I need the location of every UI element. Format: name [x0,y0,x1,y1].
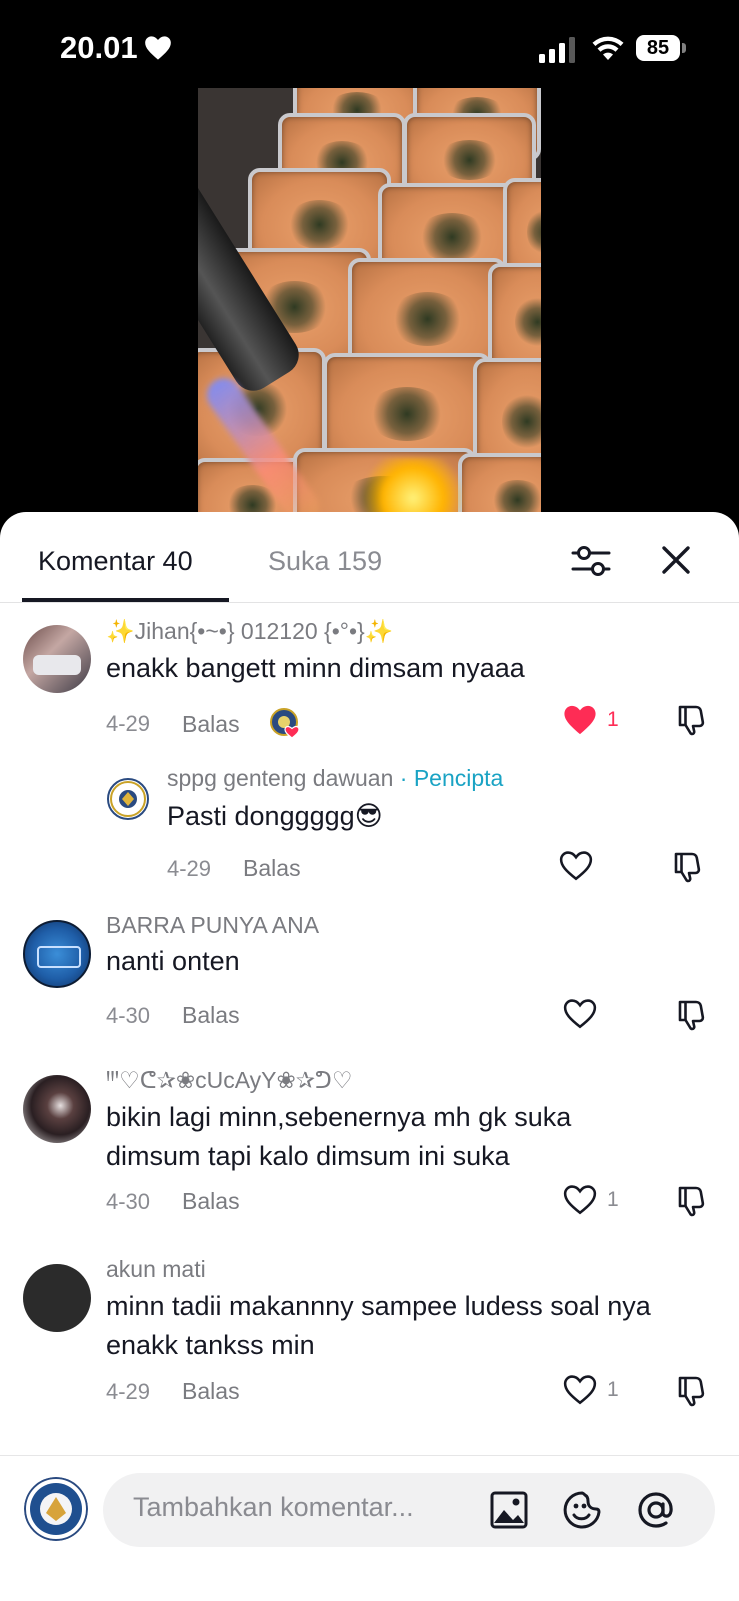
dislike-icon[interactable] [676,703,710,737]
heart-outline-icon [563,999,597,1029]
comment-date: 4-29 [106,1378,151,1404]
avatar[interactable] [23,920,91,988]
mention-icon[interactable] [636,1490,676,1530]
video-preview[interactable] [198,88,541,518]
comment-text: nanti onten [106,946,240,976]
reply-button[interactable]: Balas [182,1188,240,1215]
tab-comments[interactable]: Komentar 40 [38,546,193,577]
comment-date: 4-30 [106,1188,151,1214]
filter-icon[interactable] [571,542,611,580]
comment-date: 4-30 [106,1002,151,1028]
comment-text: bikin lagi minn,sebenernya mh gk suka di… [106,1102,572,1171]
avatar[interactable] [107,778,149,820]
like-button[interactable]: 1 [563,1374,619,1406]
comment-username[interactable]: ✨Jihan{•~•} 012120 {•°•}✨ [106,618,393,645]
reply-button[interactable]: Balas [243,855,301,882]
tab-likes[interactable]: Suka 159 [268,546,382,577]
sticker-icon[interactable] [562,1490,602,1530]
comment-meta: 4-30 Balas [106,1188,240,1215]
like-button[interactable] [563,998,597,1030]
creator-logo-icon [110,781,146,817]
like-count: 1 [607,1378,619,1401]
reply-button[interactable]: Balas [182,1378,240,1405]
comment-meta: 4-29 Balas [106,1378,240,1405]
heart-outline-icon [563,1375,597,1405]
heart-outline-icon [563,1185,597,1215]
status-time: 20.01 [60,30,172,66]
comment-input-wrapper[interactable] [103,1473,715,1547]
comment-meta: 4-30 Balas [106,1002,240,1029]
like-button[interactable]: 1 [563,1184,619,1216]
like-count: 1 [607,1188,619,1211]
comment-meta: 4-29 Balas [167,855,301,882]
comment-text: Pasti donggggg😎 [167,801,383,831]
image-icon[interactable] [489,1490,529,1530]
torch-glow [358,458,468,518]
like-count: 1 [607,708,619,731]
reply-username[interactable]: sppg genteng dawuan [167,765,393,791]
comment-text: enakk bangett minn dimsam nyaaa [106,653,525,683]
comment-meta: 4-29 Balas [106,708,302,740]
like-button[interactable] [559,850,593,882]
comment-text: minn tadii makannny sampee ludess soal n… [106,1291,651,1360]
comment-sheet: Komentar 40 Suka 159 ✨Jihan{•~•} 012120 … [0,512,739,1600]
battery-indicator: 85 [636,35,688,61]
comment-composer [0,1455,739,1601]
reply-button[interactable]: Balas [182,1002,240,1029]
comment-username[interactable]: ꞋꞋꞌ♡ᕦ✰❀cUcAyY❀✰ᕤ♡ [106,1067,352,1094]
avatar[interactable] [23,625,91,693]
battery-level: 85 [636,35,680,61]
avatar[interactable] [23,1075,91,1143]
dislike-icon[interactable] [676,1184,710,1218]
comment-tabs: Komentar 40 Suka 159 [0,512,739,603]
comment-input[interactable] [133,1492,463,1523]
wifi-icon [592,36,624,60]
creator-liked-badge [269,708,302,740]
creator-liked-icon [269,708,300,739]
comment-username[interactable]: BARRA PUNYA ANA [106,912,319,939]
status-time-text: 20.01 [60,30,138,65]
dislike-icon[interactable] [672,850,706,884]
active-tab-indicator [22,598,229,602]
like-button[interactable]: 1 [563,704,619,736]
heart-filled-icon [564,705,596,735]
creator-label: · Pencipta [399,765,504,791]
avatar[interactable] [23,1264,91,1332]
food-tray [458,453,541,518]
comment-username[interactable]: sppg genteng dawuan · Pencipta [167,765,503,792]
close-icon[interactable] [658,542,694,578]
dislike-icon[interactable] [676,998,710,1032]
comment-date: 4-29 [167,855,212,881]
heart-outline-icon [559,851,593,881]
reply-button[interactable]: Balas [182,711,240,738]
status-bar: 20.01 85 [0,0,739,90]
dislike-icon[interactable] [676,1374,710,1408]
signal-icon [539,37,575,63]
user-avatar[interactable] [24,1477,88,1541]
heart-icon [144,36,171,60]
comment-username[interactable]: akun mati [106,1256,206,1283]
comment-date: 4-29 [106,711,151,736]
